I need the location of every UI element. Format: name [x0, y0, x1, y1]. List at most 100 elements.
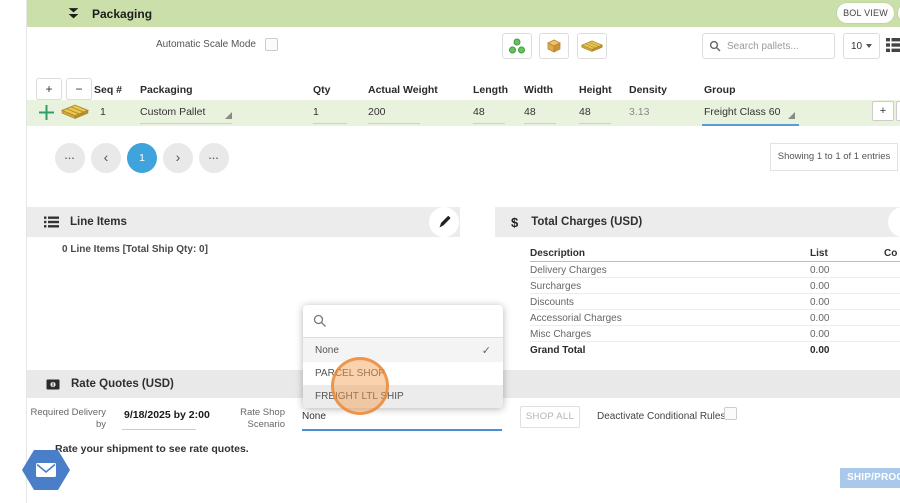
cell-actual-weight-input[interactable]: 200 — [368, 106, 386, 118]
rate-shop-scenario-select[interactable]: None — [302, 411, 326, 422]
deactivate-rules-checkbox[interactable] — [724, 407, 737, 420]
auto-scale-checkbox[interactable] — [265, 38, 278, 51]
collapse-icon[interactable] — [67, 7, 80, 20]
cell-width-input[interactable]: 48 — [524, 106, 536, 118]
charge-row-discounts: Discounts 0.00 — [530, 294, 900, 310]
charge-list-value: 0.00 — [810, 345, 829, 356]
pagination-page-1[interactable]: 1 — [127, 143, 157, 173]
list-icon — [44, 216, 59, 228]
dropdown-search[interactable] — [303, 305, 503, 338]
cell-packaging-select[interactable]: Custom Pallet — [140, 106, 205, 118]
pallet-button[interactable] — [577, 33, 607, 59]
column-settings-icon[interactable] — [886, 37, 900, 53]
cell-seq: 1 — [100, 106, 106, 118]
charge-list-value: 0.00 — [810, 265, 829, 276]
required-delivery-input[interactable]: 9/18/2025 by 2:00 — [124, 409, 210, 421]
pencil-icon — [438, 216, 451, 229]
chevron-down-icon — [866, 44, 872, 48]
cell-density: 3.13 — [629, 106, 649, 118]
mail-hexagon-button[interactable] — [22, 449, 70, 491]
pagination-first[interactable]: ... — [55, 143, 85, 173]
col-header-density: Density — [629, 84, 667, 96]
bol-view-button[interactable]: BOL VIEW — [837, 3, 894, 23]
pagination-next[interactable]: › — [163, 143, 193, 173]
page-size-value: 10 — [851, 41, 862, 52]
charge-label: Surcharges — [530, 281, 581, 292]
total-charges-header: $ Total Charges (USD) — [495, 207, 900, 237]
cell-height-input[interactable]: 48 — [579, 106, 591, 118]
width-underline — [524, 123, 556, 124]
envelope-icon — [36, 463, 56, 477]
charge-label: Accessorial Charges — [530, 313, 622, 324]
deactivate-rules-label: Deactivate Conditional Rules — [597, 411, 725, 422]
charges-col-description: Description — [530, 248, 585, 259]
auto-scale-mode-label: Automatic Scale Mode — [128, 39, 256, 50]
check-icon: ✓ — [482, 344, 491, 357]
search-input[interactable] — [727, 41, 827, 52]
line-items-summary: 0 Line Items [Total Ship Qty: 0] — [62, 244, 208, 255]
group-focus-underline — [702, 124, 799, 126]
left-gutter — [0, 0, 27, 503]
charge-list-value: 0.00 — [810, 313, 829, 324]
rate-quotes-title: Rate Quotes (USD) — [71, 378, 174, 390]
col-header-width: Width — [524, 84, 553, 96]
required-delivery-label-2: by — [30, 419, 106, 430]
row-add-button[interactable]: + — [872, 101, 894, 121]
col-header-seq: Seq # — [94, 84, 122, 96]
add-row-header-button[interactable]: + — [36, 78, 62, 100]
total-charges-title: Total Charges (USD) — [531, 216, 642, 228]
rate-shop-scenario-label-2: Scenario — [233, 419, 285, 430]
page-title: Packaging — [92, 7, 152, 21]
search-icon — [709, 40, 721, 52]
line-items-header: Line Items — [27, 207, 460, 237]
cell-length-input[interactable]: 48 — [473, 106, 485, 118]
charge-row-surcharges: Surcharges 0.00 — [530, 278, 900, 294]
line-items-title: Line Items — [70, 216, 127, 228]
pagination-prev[interactable]: ‹ — [91, 143, 121, 173]
length-underline — [473, 123, 505, 124]
search-icon — [313, 314, 327, 328]
rate-shop-scenario-label: Rate Shop — [233, 407, 285, 418]
palletize-button[interactable] — [502, 33, 532, 59]
col-header-length: Length — [473, 84, 508, 96]
cell-qty-input[interactable]: 1 — [313, 106, 319, 118]
row-pallet-icon[interactable] — [61, 103, 89, 120]
click-indicator — [331, 357, 389, 415]
packaging-page: Packaging BOL VIEW Automatic Scale Mode — [0, 0, 900, 503]
required-delivery-underline — [122, 429, 196, 430]
page-size-dropdown[interactable]: 10 — [843, 33, 880, 59]
charge-row-accessorial: Accessorial Charges 0.00 — [530, 310, 900, 326]
charge-list-value: 0.00 — [810, 329, 829, 340]
ship-process-button[interactable]: SHIP/PROCE — [840, 468, 900, 488]
charge-label: Discounts — [530, 297, 574, 308]
packaging-select-handle-icon[interactable] — [225, 112, 232, 119]
col-header-height: Height — [579, 84, 612, 96]
row-edit-button[interactable] — [896, 101, 900, 121]
rate-quotes-empty-message: Rate your shipment to see rate quotes. — [55, 443, 249, 455]
remove-row-header-button[interactable]: − — [66, 78, 92, 100]
charge-label: Delivery Charges — [530, 265, 607, 276]
charge-list-value: 0.00 — [810, 297, 829, 308]
charge-row-grand-total: Grand Total 0.00 — [530, 342, 900, 358]
line-items-edit-button[interactable] — [429, 207, 459, 237]
shop-all-button[interactable]: SHOP ALL — [520, 406, 580, 428]
col-header-qty: Qty — [313, 84, 331, 96]
box-button[interactable] — [539, 33, 569, 59]
entries-status: Showing 1 to 1 of 1 entries — [770, 143, 898, 171]
charges-col-cost: Co — [884, 248, 897, 259]
pallet-search[interactable] — [702, 33, 835, 59]
group-select-handle-icon[interactable] — [788, 112, 795, 119]
option-label: None — [315, 345, 339, 356]
charge-row-delivery: Delivery Charges 0.00 — [530, 262, 900, 278]
cell-group-select[interactable]: Freight Class 60 — [704, 106, 780, 118]
pagination-last[interactable]: ... — [199, 143, 229, 173]
col-header-packaging: Packaging — [140, 84, 193, 96]
qty-underline — [313, 123, 347, 124]
add-pallet-icon[interactable] — [38, 104, 55, 121]
menu-option-none[interactable]: None ✓ — [303, 338, 503, 362]
charge-row-misc: Misc Charges 0.00 — [530, 326, 900, 342]
rate-shop-scenario-focus-underline — [302, 429, 502, 431]
palletize-icon — [508, 37, 526, 55]
charge-label: Misc Charges — [530, 329, 591, 340]
money-bill-icon — [46, 379, 60, 390]
